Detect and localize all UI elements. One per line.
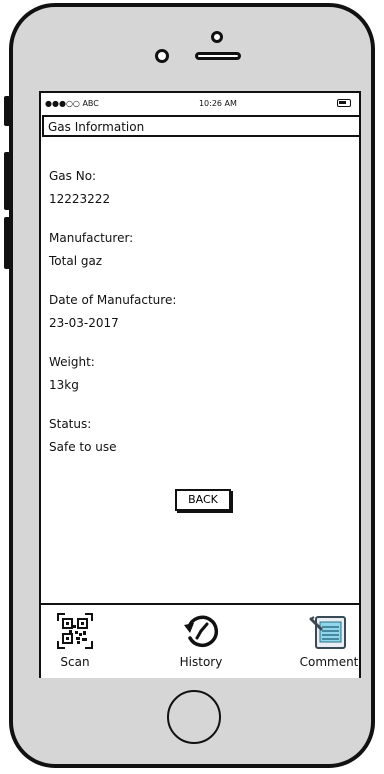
qr-code-icon (57, 613, 93, 649)
field-value: Safe to use (49, 440, 117, 454)
tab-label: History (179, 655, 223, 669)
tab-scan[interactable]: Scan (35, 607, 115, 677)
proximity-sensor (211, 31, 223, 43)
history-icon (184, 615, 219, 648)
back-button[interactable]: BACK (175, 489, 231, 511)
volume-down-button (4, 217, 10, 269)
field-value: 23-03-2017 (49, 316, 119, 330)
battery-icon (337, 99, 351, 107)
status-time: 10:26 AM (198, 98, 237, 108)
field-value: Total gaz (49, 254, 103, 268)
field-date-of-manufacture: Date of Manufacture: 23-03-2017 (49, 291, 176, 332)
earpiece-speaker (195, 52, 241, 60)
tab-comment[interactable]: Comment (289, 607, 369, 677)
mute-switch (4, 96, 10, 126)
field-manufacturer: Manufacturer: Total gaz (49, 229, 133, 270)
front-camera (155, 49, 169, 63)
field-status: Status: Safe to use (49, 415, 117, 456)
volume-up-button (4, 152, 10, 210)
screen: ●●●○○ ABC 10:26 AM Gas Information Gas N… (39, 91, 361, 678)
status-bar: ●●●○○ ABC 10:26 AM (41, 93, 359, 113)
field-label: Manufacturer: (49, 231, 134, 245)
comment-icon (309, 616, 346, 649)
field-label: Gas No: (49, 169, 97, 183)
carrier-signal: ●●●○○ ABC (45, 98, 99, 108)
tab-history[interactable]: History (161, 607, 241, 677)
field-label: Status: (49, 417, 92, 431)
field-gas-no: Gas No: 12223222 (49, 167, 110, 208)
field-value: 12223222 (49, 192, 111, 206)
tab-bar: Scan History Comment (41, 603, 359, 678)
home-button[interactable] (167, 690, 221, 744)
page-title-bar: Gas Information (42, 115, 361, 137)
field-weight: Weight: 13kg (49, 353, 95, 394)
tab-label: Comment (299, 655, 359, 669)
page-title: Gas Information (48, 120, 145, 134)
field-value: 13kg (49, 378, 79, 392)
tab-label: Scan (60, 655, 90, 669)
field-label: Weight: (49, 355, 95, 369)
field-label: Date of Manufacture: (49, 293, 177, 307)
